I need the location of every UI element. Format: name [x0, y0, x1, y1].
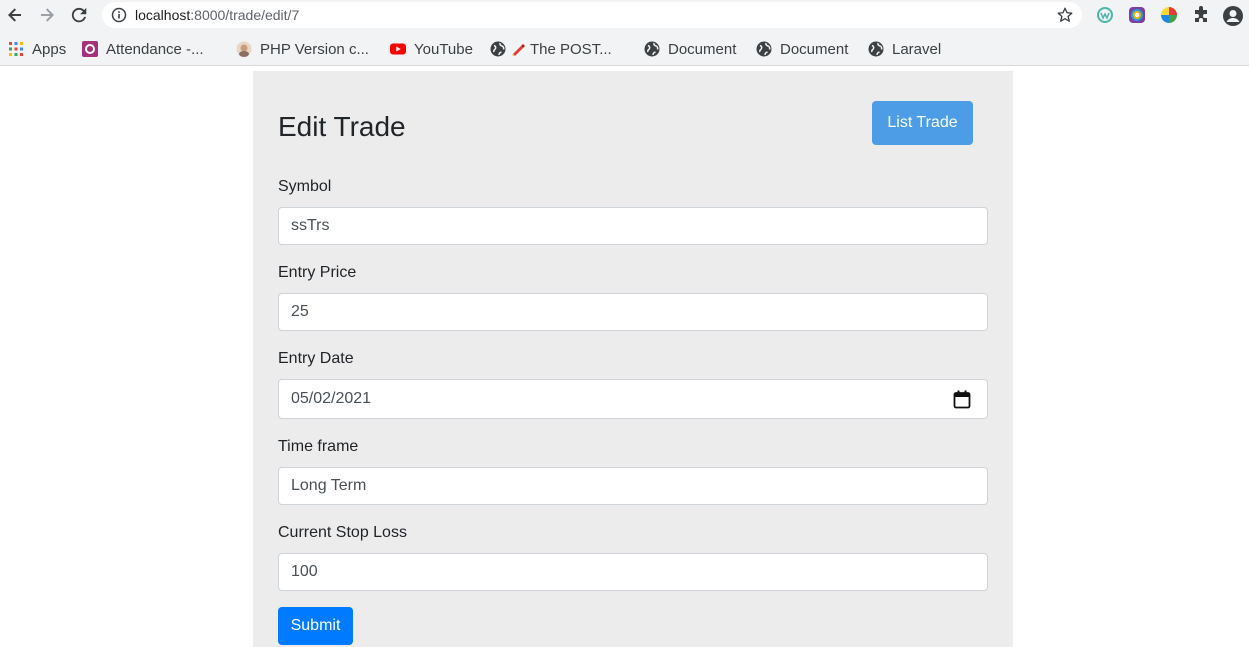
bookmark-laravel[interactable]: Laravel — [868, 40, 941, 58]
postman-icon — [512, 44, 525, 56]
apps-grid-icon — [9, 42, 23, 56]
url-path: :8000/trade/edit/7 — [190, 7, 300, 23]
attendance-icon — [82, 41, 98, 57]
bookmark-star-icon[interactable] — [1056, 6, 1074, 24]
symbol-value: ssTrs — [291, 217, 330, 234]
symbol-input[interactable]: ssTrs — [278, 207, 988, 245]
entry-price-value: 25 — [291, 303, 309, 320]
extension-colorpick-icon[interactable] — [1128, 6, 1146, 24]
browser-toolbar: localhost:8000/trade/edit/7 — [0, 0, 1249, 31]
calendar-icon[interactable] — [953, 390, 971, 409]
time-frame-label: Time frame — [278, 438, 359, 455]
globe-icon — [490, 41, 506, 57]
bookmark-document-2[interactable]: Document — [756, 40, 848, 58]
time-frame-value: Long Term — [291, 477, 367, 494]
bookmarks-bar: Apps Attendance -... PHP Version c... Yo… — [0, 31, 1249, 66]
time-frame-input[interactable]: Long Term — [278, 467, 988, 505]
bookmark-document-1[interactable]: Document — [644, 40, 736, 58]
arrow-right-icon — [41, 8, 54, 22]
bookmark-attendance[interactable]: Attendance -... — [82, 40, 204, 58]
bookmark-youtube[interactable]: YouTube — [390, 40, 473, 58]
current-stop-loss-input[interactable]: 100 — [278, 553, 988, 591]
entry-date-label: Entry Date — [278, 350, 354, 367]
bookmark-php-version[interactable]: PHP Version c... — [236, 40, 369, 58]
submit-button[interactable]: Submit — [278, 607, 353, 645]
list-trade-button[interactable]: List Trade — [872, 101, 973, 145]
bookmark-label: The POST... — [530, 40, 612, 58]
current-stop-loss-value: 100 — [291, 563, 318, 580]
entry-price-input[interactable]: 25 — [278, 293, 988, 331]
extension-color-wheel-icon[interactable] — [1160, 6, 1178, 24]
bookmark-label: PHP Version c... — [260, 40, 369, 58]
bookmark-label: Attendance -... — [106, 40, 204, 58]
globe-icon — [868, 41, 884, 57]
entry-date-value: 05/02/2021 — [291, 390, 372, 407]
edit-trade-card: Edit Trade List Trade Symbol ssTrs Entry… — [253, 71, 1013, 647]
bookmark-label: Document — [780, 40, 849, 58]
bookmark-label: YouTube — [414, 40, 473, 58]
forward-button[interactable] — [35, 4, 59, 26]
extensions-puzzle-icon[interactable] — [1192, 6, 1210, 24]
bookmark-label: Apps — [32, 40, 67, 58]
arrow-left-icon — [8, 8, 21, 22]
bookmark-apps[interactable]: Apps — [8, 40, 66, 58]
globe-icon — [756, 41, 772, 57]
reload-button[interactable] — [67, 4, 91, 26]
youtube-icon — [390, 43, 406, 55]
symbol-label: Symbol — [278, 178, 332, 195]
url-host: localhost — [135, 7, 191, 23]
php-icon — [236, 41, 252, 57]
current-stop-loss-label: Current Stop Loss — [278, 524, 407, 541]
profile-avatar-icon[interactable] — [1222, 5, 1244, 27]
bookmark-label: Document — [668, 40, 737, 58]
back-button[interactable] — [3, 4, 27, 26]
reload-icon — [71, 7, 87, 23]
extension-wappalyzer-icon[interactable] — [1096, 6, 1114, 24]
globe-icon — [644, 41, 660, 57]
entry-price-label: Entry Price — [278, 264, 357, 281]
bookmark-the-post[interactable]: The POST... — [490, 40, 612, 58]
url-text[interactable]: localhost:8000/trade/edit/7 — [135, 7, 299, 23]
page-title: Edit Trade — [278, 111, 406, 142]
entry-date-input[interactable]: 05/02/2021 — [278, 379, 988, 419]
info-icon[interactable] — [111, 7, 127, 23]
address-bar[interactable]: localhost:8000/trade/edit/7 — [102, 2, 1082, 28]
bookmark-label: Laravel — [892, 40, 942, 58]
